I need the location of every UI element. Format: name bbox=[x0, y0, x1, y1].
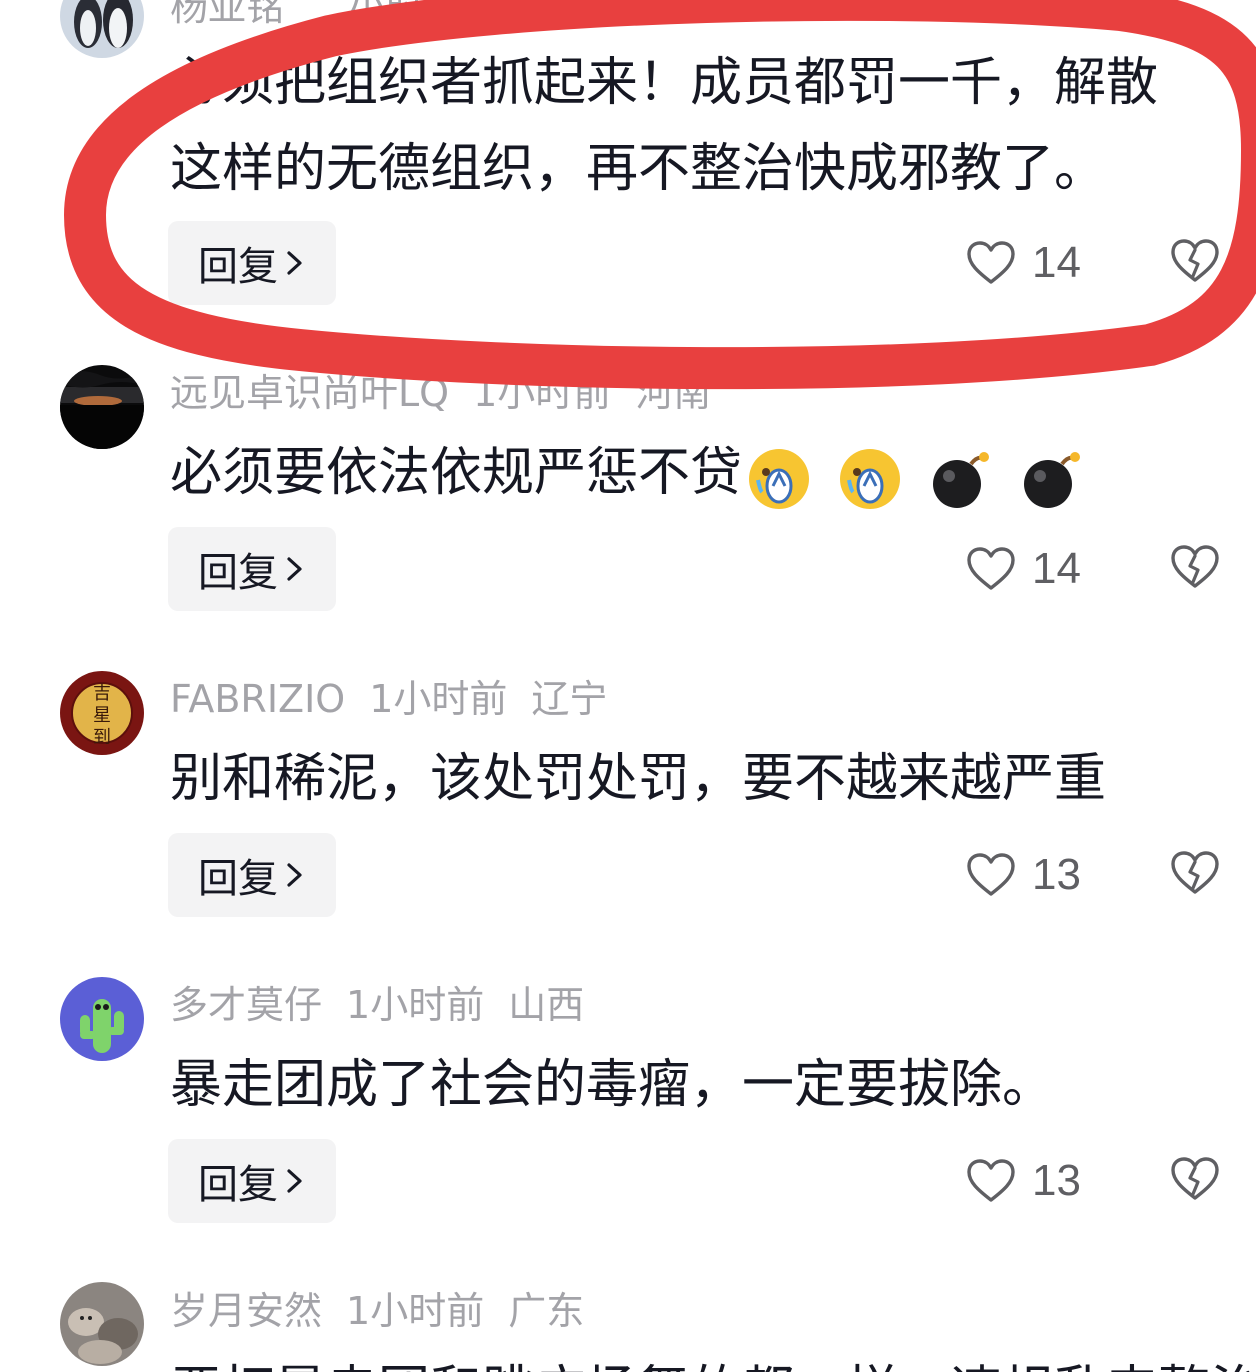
comment-meta: 远见卓识尚叶LQ 1小时前 河南 bbox=[170, 368, 735, 418]
avatar[interactable] bbox=[60, 365, 144, 449]
emoji-group bbox=[746, 433, 1092, 519]
comment-text: 暴走团成了社会的毒瘤，一定要拔除。 bbox=[170, 1042, 1230, 1128]
broken-heart-icon bbox=[1171, 1157, 1219, 1200]
comment-username[interactable]: 岁月安然 bbox=[170, 1289, 322, 1333]
penguin-avatar-image bbox=[60, 0, 144, 58]
comment-location: 河南 bbox=[635, 371, 712, 415]
comment-text: 必须要依法依规严惩不贷 bbox=[170, 430, 1230, 519]
comment-meta: 多才莫仔 1小时前 山西 bbox=[170, 980, 608, 1030]
comment-text-line: 必须要依法依规严惩不贷 bbox=[170, 443, 743, 503]
like-count: 13 bbox=[1032, 1156, 1081, 1205]
comment-time: 1小时前 bbox=[346, 1289, 485, 1333]
comment-username[interactable]: 远见卓识尚叶LQ bbox=[170, 371, 449, 415]
comment-location: 广东 bbox=[508, 1289, 585, 1333]
comment-time: 1小时前 bbox=[369, 677, 508, 721]
reply-button-label: 回复 bbox=[198, 1162, 278, 1208]
comment-meta: 杨亚铭 小时前 bbox=[170, 0, 486, 32]
dislike-button[interactable] bbox=[1170, 544, 1220, 594]
comment-time: 小时前 bbox=[348, 0, 463, 29]
reply-button[interactable]: 回复 bbox=[168, 833, 336, 917]
comment-text: 严打暴走团和跳广场舞的都一样，违规乱来整治属实 bbox=[170, 1348, 1256, 1372]
comment-item: 吉 星 到 FABRIZIO 1小时前 辽宁 别和稀泥，该处罚处罚，要不越来越严重 … bbox=[0, 666, 1256, 972]
comment-item: 多才莫仔 1小时前 山西 暴走团成了社会的毒瘤，一定要拔除。 回复 13 bbox=[0, 972, 1256, 1278]
heart-icon bbox=[967, 1159, 1015, 1202]
cactus-avatar-image bbox=[60, 977, 144, 1061]
like-count: 14 bbox=[1032, 544, 1081, 593]
heart-icon bbox=[967, 853, 1015, 896]
cry-face-emoji-icon bbox=[749, 449, 810, 509]
dislike-button[interactable] bbox=[1170, 238, 1220, 288]
heart-icon bbox=[967, 241, 1015, 284]
avatar[interactable] bbox=[60, 977, 144, 1061]
comment-text-line: 严打暴走团和跳广场舞的都一样，违规乱来整治属实 bbox=[170, 1348, 1256, 1372]
comment-item: 杨亚铭 小时前 必须把组织者抓起来！成员都罚一千，解散 这样的无德组织，再不整治快… bbox=[0, 0, 1256, 306]
comment-item: 岁月安然 1小时前广东 严打暴走团和跳广场舞的都一样，违规乱来整治属实 bbox=[0, 1278, 1256, 1372]
comment-item: 远见卓识尚叶LQ 1小时前 河南 必须要依法依规严惩不贷 回复 14 bbox=[0, 360, 1256, 666]
chevron-right-icon bbox=[287, 557, 302, 581]
avatar[interactable] bbox=[60, 1282, 144, 1366]
avatar-char: 吉 bbox=[93, 683, 111, 704]
sunset-avatar-image bbox=[60, 365, 144, 449]
reply-button-label: 回复 bbox=[198, 856, 278, 902]
like-count: 14 bbox=[1032, 238, 1081, 287]
comment-location: 辽宁 bbox=[531, 677, 608, 721]
comment-username[interactable]: 多才莫仔 bbox=[170, 983, 322, 1027]
reply-button-label: 回复 bbox=[198, 244, 278, 290]
chevron-right-icon bbox=[287, 1169, 302, 1193]
dislike-button[interactable] bbox=[1170, 1156, 1220, 1206]
cats-avatar-image bbox=[60, 1282, 144, 1366]
bomb-emoji-icon bbox=[933, 452, 990, 508]
comment-time: 1小时前 bbox=[473, 371, 612, 415]
chevron-right-icon bbox=[287, 251, 302, 275]
comment-time: 1小时前 bbox=[346, 983, 485, 1027]
chevron-right-icon bbox=[287, 863, 302, 887]
comment-username[interactable]: 杨亚铭 bbox=[170, 0, 284, 29]
bomb-emoji-icon bbox=[1023, 452, 1080, 508]
avatar-char: 星 bbox=[93, 705, 111, 726]
like-button[interactable]: 14 bbox=[966, 544, 1081, 594]
broken-heart-icon bbox=[1171, 239, 1219, 282]
broken-heart-icon bbox=[1171, 545, 1219, 588]
broken-heart-icon bbox=[1171, 851, 1219, 894]
reply-button[interactable]: 回复 bbox=[168, 221, 336, 305]
comment-text-line: 必须把组织者抓起来！成员都罚一千，解散 bbox=[170, 53, 1159, 113]
comment-meta: 岁月安然 1小时前 广东 bbox=[170, 1286, 608, 1336]
comment-location: 山西 bbox=[508, 983, 585, 1027]
lucky-star-avatar-image: 吉 星 到 bbox=[60, 671, 144, 755]
like-button[interactable]: 14 bbox=[966, 238, 1081, 288]
like-button[interactable]: 13 bbox=[966, 1156, 1081, 1206]
heart-icon bbox=[967, 547, 1015, 590]
avatar[interactable]: 吉 星 到 bbox=[60, 671, 144, 755]
comment-text: 必须把组织者抓起来！成员都罚一千，解散 这样的无德组织，再不整治快成邪教了。 bbox=[170, 40, 1230, 212]
comment-text-line: 暴走团成了社会的毒瘤，一定要拔除。 bbox=[170, 1055, 1055, 1115]
cry-face-emoji-icon bbox=[839, 449, 900, 509]
comment-username[interactable]: FABRIZIO bbox=[170, 677, 345, 721]
comment-meta: FABRIZIO 1小时前 辽宁 bbox=[170, 674, 631, 724]
avatar[interactable] bbox=[60, 0, 144, 58]
reply-button-label: 回复 bbox=[198, 550, 278, 596]
avatar-char: 到 bbox=[93, 727, 111, 748]
reply-button[interactable]: 回复 bbox=[168, 527, 336, 611]
comment-text-line: 这样的无德组织，再不整治快成邪教了。 bbox=[170, 139, 1107, 199]
dislike-button[interactable] bbox=[1170, 850, 1220, 900]
comment-text: 别和稀泥，该处罚处罚，要不越来越严重 bbox=[170, 736, 1230, 822]
like-count: 13 bbox=[1032, 850, 1081, 899]
comment-text-line: 别和稀泥，该处罚处罚，要不越来越严重 bbox=[170, 749, 1107, 809]
reply-button[interactable]: 回复 bbox=[168, 1139, 336, 1223]
like-button[interactable]: 13 bbox=[966, 850, 1081, 900]
